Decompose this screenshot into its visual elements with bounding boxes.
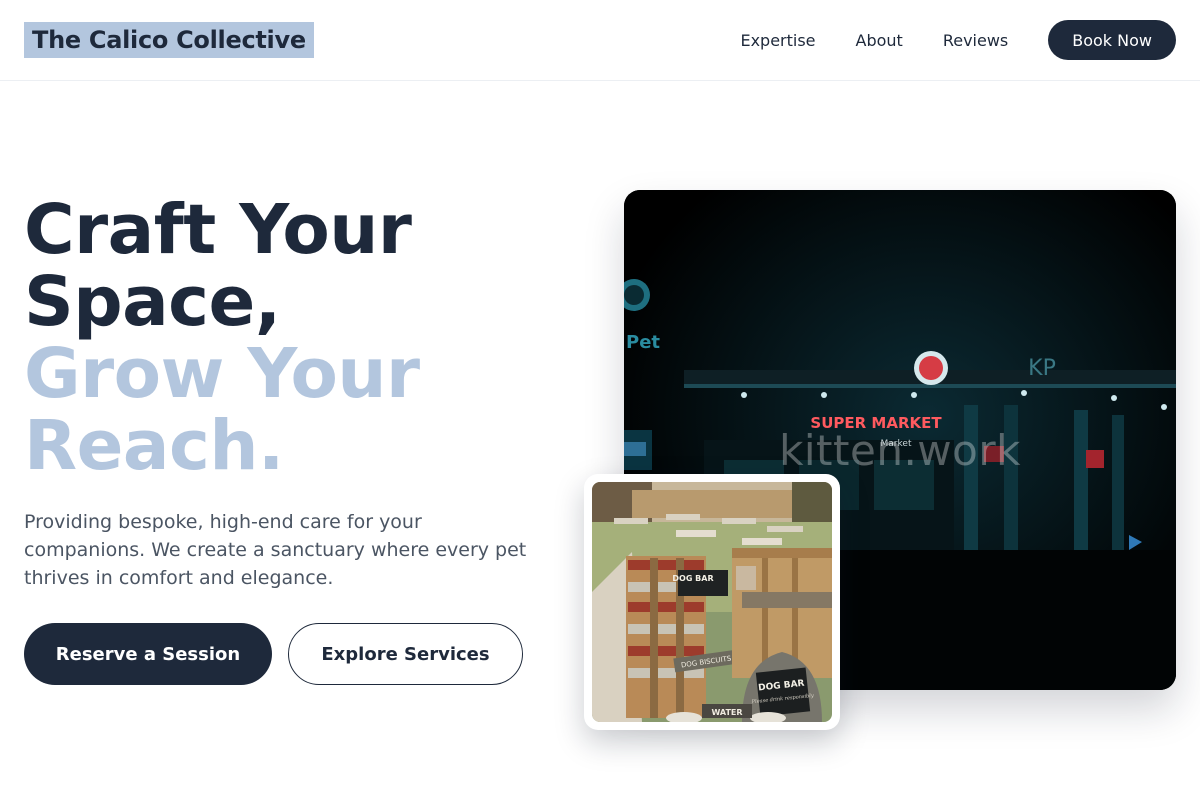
brand-logo[interactable]: The Calico Collective	[24, 22, 314, 58]
explore-services-button[interactable]: Explore Services	[288, 623, 523, 685]
main-nav: Expertise About Reviews Book Now	[740, 0, 1176, 80]
nav-link-reviews[interactable]: Reviews	[943, 31, 1008, 50]
dog-bar-sign-top: DOG BAR	[672, 574, 713, 583]
image-watermark: kitten.work	[779, 426, 1021, 475]
pet-sign: Pet	[626, 332, 660, 353]
hero-title-line: Space,	[24, 262, 281, 342]
hero-inset-image-card: DOG BAR DOG BISCUITS DOG BAR Please drin…	[584, 474, 840, 730]
hero-subtitle: Providing bespoke, high-end care for you…	[24, 511, 527, 589]
nav-link-about[interactable]: About	[856, 31, 903, 50]
dog-bar-photo: DOG BAR DOG BISCUITS DOG BAR Please drin…	[592, 482, 832, 722]
site-header: The Calico Collective Expertise About Re…	[0, 0, 1200, 81]
dog-bar-illustration: DOG BAR DOG BISCUITS DOG BAR Please drin…	[592, 482, 832, 722]
hero-title-accent-line: Reach.	[24, 406, 284, 486]
hero-title: Craft Your Space, Grow Your Reach.	[24, 194, 584, 482]
water-sign: WATER	[711, 708, 742, 717]
hero-title-line: Craft Your	[24, 190, 412, 270]
book-now-button[interactable]: Book Now	[1048, 20, 1176, 60]
hero-title-accent-line: Grow Your	[24, 334, 420, 414]
reserve-session-button[interactable]: Reserve a Session	[24, 623, 272, 685]
nav-link-expertise[interactable]: Expertise	[740, 31, 815, 50]
kp-sign: KP	[1028, 356, 1056, 381]
